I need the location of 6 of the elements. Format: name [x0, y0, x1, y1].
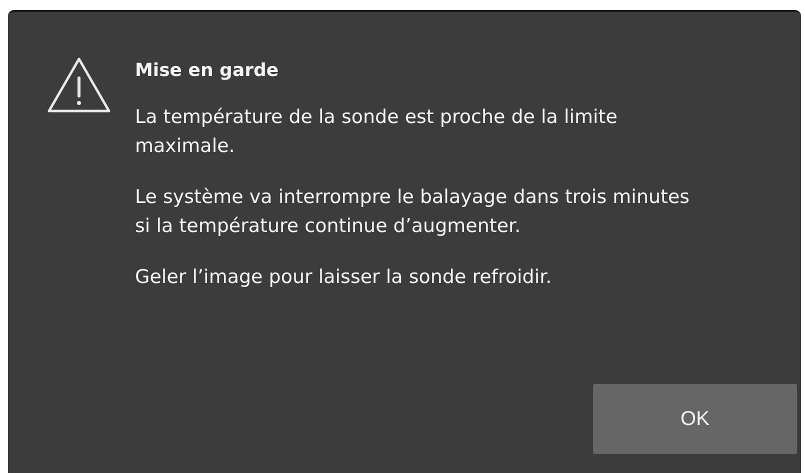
- dialog-title: Mise en garde: [135, 60, 280, 81]
- message-text: Le système va interrompre le balayage dans trois minutes si la température continue d’augmenter.: [135, 185, 691, 239]
- ok-button[interactable]: OK: [593, 384, 797, 454]
- message-text: Geler l’image pour laisser la sonde refroidir.: [135, 265, 553, 290]
- message-text: La température de la sonde est proche de la limite maximale.: [135, 105, 618, 159]
- warning-icon: [46, 56, 112, 114]
